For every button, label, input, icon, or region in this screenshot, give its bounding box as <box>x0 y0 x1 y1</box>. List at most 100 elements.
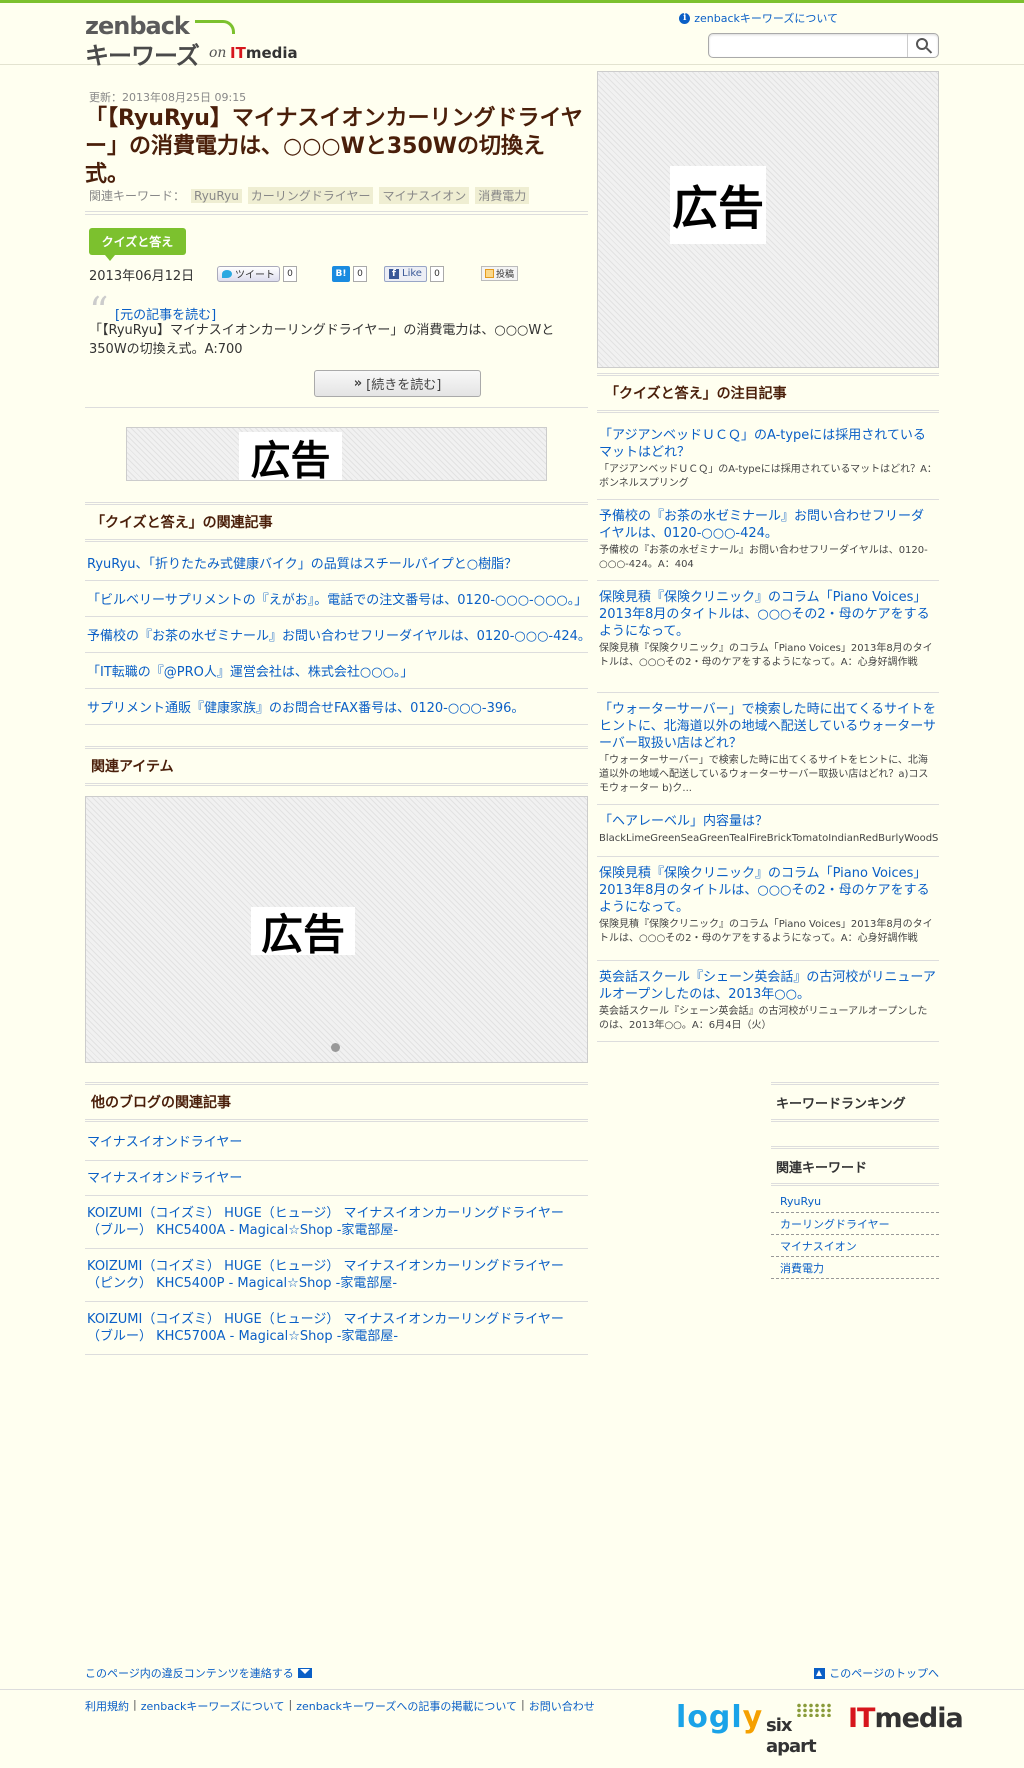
publish-info-link[interactable]: zenbackキーワーズへの記事の掲載について <box>296 1698 517 1714</box>
tweet-label: ツイート <box>235 270 275 281</box>
terms-link[interactable]: 利用規約 <box>85 1698 129 1714</box>
hot-article-title[interactable]: 「アジアンベッドＵＣＱ」のA-typeには採用されているマットはどれ？ <box>599 427 937 461</box>
article-date: 2013年06月12日 <box>89 269 195 284</box>
arrow-up-icon <box>814 1667 826 1679</box>
related-article-link[interactable]: 「IT転職の『@PRO人』運営会社は、株式会社○○○。」 <box>85 653 588 689</box>
post-button[interactable]: 投稿 <box>481 266 519 281</box>
related-keyword-link[interactable]: RyuRyu <box>771 1191 939 1213</box>
related-article-link[interactable]: RyuRyu、「折りたたみ式健康バイク」の品質はスチールパイプと○樹脂？ <box>85 545 588 581</box>
itmedia-logo[interactable]: ITmedia <box>848 1703 964 1734</box>
keyword-tag[interactable]: 消費電力 <box>475 187 530 204</box>
article-excerpt: 「【RyuRyu】マイナスイオンカーリングドライヤー」の消費電力は、○○○Wと3… <box>89 323 555 357</box>
related-items-heading: 関連アイテム <box>85 746 588 786</box>
hot-article-title[interactable]: 「ヘアレーベル」内容量は？ <box>599 813 937 830</box>
logo-keywords-text: キーワーズ <box>85 42 200 70</box>
hot-article-title[interactable]: 保険見積『保険クリニック』のコラム「Piano Voices」2013年8月のタ… <box>599 865 937 916</box>
footer-separator: | <box>521 1698 525 1711</box>
report-violation-link[interactable]: このページ内の違反コンテンツを連絡する <box>85 1665 312 1681</box>
hot-article-item[interactable]: 「ウォーターサーバー」で検索した時に出てくるサイトをヒントに、北海道以外の地域へ… <box>597 693 939 805</box>
carousel-dot[interactable] <box>331 1043 340 1052</box>
ad-item-box[interactable]: 広告 <box>85 796 588 1063</box>
blog-article-link[interactable]: マイナスイオンドライヤー <box>85 1161 588 1196</box>
facebook-icon: f <box>389 268 399 279</box>
hatena-count: 0 <box>353 265 367 282</box>
footer-divider <box>0 1689 1024 1690</box>
post-share: 投稿 <box>481 265 519 282</box>
ad-label: 広告 <box>239 432 342 480</box>
category-badge[interactable]: クイズと答え <box>89 228 186 261</box>
tweet-button[interactable]: ツイート <box>217 265 280 282</box>
hot-article-item[interactable]: 「アジアンベッドＵＣＱ」のA-typeには採用されているマットはどれ？ 「アジア… <box>597 423 939 500</box>
logo-itmedia-text: ITmedia <box>230 44 298 62</box>
about-footer-link[interactable]: zenbackキーワーズについて <box>141 1698 285 1714</box>
keyword-ranking-heading: キーワードランキング <box>771 1082 939 1122</box>
hot-articles-heading: 「クイズと答え」の注目記事 <box>597 373 939 413</box>
related-keywords-heading: 関連キーワード <box>771 1146 939 1186</box>
keywords-label: 関連キーワード： <box>89 189 186 203</box>
read-more-button[interactable]: » [続きを読む] <box>314 370 481 397</box>
keyword-tag[interactable]: カーリングドライヤー <box>247 187 374 204</box>
blog-article-link[interactable]: KOIZUMI（コイズミ） HUGE（ヒュージ） マイナスイオンカーリングドライ… <box>85 1302 588 1355</box>
ad-label: 広告 <box>670 166 766 244</box>
search-input[interactable] <box>713 36 903 55</box>
updated-timestamp: 更新：2013年08月25日 09:15 <box>89 91 247 104</box>
hot-article-title[interactable]: 保険見積『保険クリニック』のコラム「Piano Voices」2013年8月のタ… <box>599 589 937 640</box>
blog-article-link[interactable]: KOIZUMI（コイズミ） HUGE（ヒュージ） マイナスイオンカーリングドライ… <box>85 1196 588 1249</box>
keyword-tag[interactable]: マイナスイオン <box>379 187 470 204</box>
like-count: 0 <box>429 265 444 282</box>
related-keyword-link[interactable]: マイナスイオン <box>771 1235 939 1257</box>
footer-links: 利用規約 | zenbackキーワーズについて | zenbackキーワーズへの… <box>85 1698 595 1714</box>
hot-article-title[interactable]: 「ウォーターサーバー」で検索した時に出てくるサイトをヒントに、北海道以外の地域へ… <box>599 701 937 752</box>
sixapart-logo[interactable]: six apart <box>766 1703 836 1757</box>
site-header: zenback キーワーズ on ITmedia i zenbackキーワーズに… <box>0 3 1024 70</box>
search-icon <box>915 38 928 50</box>
related-keyword-link[interactable]: 消費電力 <box>771 1257 939 1279</box>
hot-article-item[interactable]: 保険見積『保険クリニック』のコラム「Piano Voices」2013年8月のタ… <box>597 581 939 693</box>
page-title: 「【RyuRyu】マイナスイオンカーリングドライヤー」の消費電力は、○○○Wと3… <box>85 106 583 187</box>
mail-icon <box>297 1668 312 1678</box>
sixapart-text: six apart <box>766 1715 817 1757</box>
hot-article-item[interactable]: 予備校の『お茶の水ゼミナール』お問い合わせフリーダイヤルは、0120-○○○-4… <box>597 500 939 581</box>
hot-article-desc: 保険見積『保険クリニック』のコラム「Piano Voices」2013年8月のタ… <box>599 643 933 668</box>
like-button[interactable]: f Like <box>384 265 427 282</box>
tweet-count: 0 <box>283 265 297 282</box>
hot-article-desc: 「ウォーターサーバー」で検索した時に出てくるサイトをヒントに、北海道以外の地域へ… <box>599 755 929 794</box>
blog-article-link[interactable]: マイナスイオンドライヤー <box>85 1125 588 1161</box>
search-button[interactable] <box>907 34 938 57</box>
divider <box>85 407 588 408</box>
related-article-link[interactable]: 「ビルベリーサプリメントの『えがお』。電話での注文番号は、0120-○○○-○○… <box>85 581 588 617</box>
like-label: Like <box>402 268 422 279</box>
hot-article-item[interactable]: 保険見積『保険クリニック』のコラム「Piano Voices」2013年8月のタ… <box>597 857 939 961</box>
hot-article-title[interactable]: 予備校の『お茶の水ゼミナール』お問い合わせフリーダイヤルは、0120-○○○-4… <box>599 508 937 542</box>
footer-separator: | <box>288 1698 293 1711</box>
hot-article-desc: 予備校の『お茶の水ゼミナール』お問い合わせフリーダイヤルは、0120-○○○-4… <box>599 545 928 570</box>
keyword-tag[interactable]: RyuRyu <box>191 188 242 203</box>
read-more-label: [続きを読む] <box>366 378 442 393</box>
back-to-top-link[interactable]: このページのトップへ <box>814 1665 939 1681</box>
double-chevron-icon: » <box>353 376 363 391</box>
hot-article-item[interactable]: 「ヘアレーベル」内容量は？ BlackLimeGreenSeaGreenTeal… <box>597 805 939 857</box>
related-article-link[interactable]: サプリメント通販『健康家族』のお問合せFAX番号は、0120-○○○-396。 <box>85 689 588 725</box>
search-box <box>708 33 939 58</box>
blog-article-link[interactable]: KOIZUMI（コイズミ） HUGE（ヒュージ） マイナスイオンカーリングドライ… <box>85 1249 588 1302</box>
about-link-label: zenbackキーワーズについて <box>694 12 838 25</box>
hot-article-item[interactable]: 英会話スクール『シェーン英会話』の古河校がリニューアルオープンしたのは、2013… <box>597 961 939 1042</box>
related-keyword-link[interactable]: カーリングドライヤー <box>771 1213 939 1235</box>
hot-article-title[interactable]: 英会話スクール『シェーン英会話』の古河校がリニューアルオープンしたのは、2013… <box>599 969 937 1003</box>
contact-link[interactable]: お問い合わせ <box>529 1698 595 1714</box>
related-articles-heading: 「クイズと答え」の関連記事 <box>85 502 588 542</box>
ad-label: 広告 <box>251 907 355 959</box>
post-label: 投稿 <box>496 270 515 280</box>
tweet-share: ツイート 0 <box>217 265 297 282</box>
info-icon: i <box>679 12 691 24</box>
logly-logo[interactable]: logly <box>676 1700 763 1735</box>
about-link[interactable]: i zenbackキーワーズについて <box>679 10 838 26</box>
hatena-bookmark-icon[interactable]: B! <box>332 265 350 282</box>
ad-banner[interactable]: 広告 <box>126 427 547 481</box>
site-logo[interactable]: zenback キーワーズ on ITmedia <box>85 12 298 70</box>
related-article-link[interactable]: 予備校の『お茶の水ゼミナール』お問い合わせフリーダイヤルは、0120-○○○-4… <box>85 617 588 653</box>
ad-sidebar[interactable]: 広告 <box>597 71 939 368</box>
related-keywords: 関連キーワード： RyuRyu カーリングドライヤー マイナスイオン 消費電力 <box>89 187 530 204</box>
logo-swoosh-icon <box>195 20 235 34</box>
hot-article-desc: 保険見積『保険クリニック』のコラム「Piano Voices」2013年8月のタ… <box>599 919 933 944</box>
